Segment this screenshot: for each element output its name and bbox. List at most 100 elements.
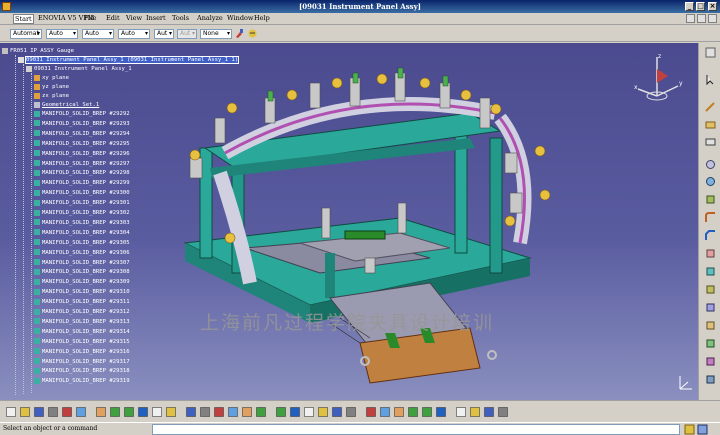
menu-file[interactable]: File — [84, 14, 97, 22]
wireframe-icon[interactable] — [331, 406, 343, 418]
apply-icon[interactable] — [497, 406, 509, 418]
tree-plane[interactable]: yz plane — [34, 83, 69, 91]
doc-close-icon[interactable] — [708, 14, 717, 23]
cut-icon[interactable] — [61, 406, 73, 418]
tree-brep-item[interactable]: MANIFOLD_SOLID_BREP #29316 — [34, 348, 130, 356]
zoom-in-icon[interactable] — [255, 406, 267, 418]
properties-icon[interactable] — [247, 28, 258, 39]
chamfer-icon[interactable] — [704, 229, 717, 242]
menu-window[interactable]: Window — [227, 14, 253, 22]
tree-brep-item[interactable]: MANIFOLD_SOLID_BREP #29307 — [34, 259, 130, 267]
help-icon[interactable] — [137, 406, 149, 418]
iso-view-icon[interactable] — [303, 406, 315, 418]
menu-tools[interactable]: Tools — [172, 14, 189, 22]
swap-icon[interactable] — [199, 406, 211, 418]
status-icon-b[interactable] — [697, 424, 708, 435]
menu-start[interactable]: Start — [13, 14, 34, 24]
doc-restore-icon[interactable] — [697, 14, 706, 23]
layer-select[interactable]: None — [200, 29, 232, 39]
close-button[interactable]: × — [708, 2, 717, 11]
mirror-icon[interactable] — [704, 301, 717, 314]
shell-icon[interactable] — [704, 265, 717, 278]
menu-help[interactable]: Help — [254, 14, 270, 22]
tree-brep-item[interactable]: MANIFOLD_SOLID_BREP #29297 — [34, 160, 130, 168]
redo-icon[interactable] — [123, 406, 135, 418]
menu-analyze[interactable]: Analyze — [197, 14, 223, 22]
tree-brep-item[interactable]: MANIFOLD_SOLID_BREP #29314 — [34, 328, 130, 336]
boolean-icon[interactable] — [704, 355, 717, 368]
pattern-icon[interactable] — [704, 319, 717, 332]
pocket-icon[interactable] — [704, 135, 717, 148]
tree-brep-item[interactable]: MANIFOLD_SOLID_BREP #29311 — [34, 298, 130, 306]
tree-brep-item[interactable]: MANIFOLD_SOLID_BREP #29308 — [34, 268, 130, 276]
tree-brep-item[interactable]: MANIFOLD_SOLID_BREP #29315 — [34, 338, 130, 346]
tree-brep-item[interactable]: MANIFOLD_SOLID_BREP #29318 — [34, 367, 130, 375]
catalog-icon[interactable] — [379, 406, 391, 418]
minimize-button[interactable]: _ — [685, 2, 694, 11]
zoom-out-icon[interactable] — [275, 406, 287, 418]
material-icon[interactable] — [469, 406, 481, 418]
new-icon[interactable] — [5, 406, 17, 418]
fillet-icon[interactable] — [704, 211, 717, 224]
status-icon-a[interactable] — [684, 424, 695, 435]
tree-brep-item[interactable]: MANIFOLD_SOLID_BREP #29299 — [34, 179, 130, 187]
grid-icon[interactable] — [421, 406, 433, 418]
command-input[interactable] — [152, 424, 680, 435]
doc-minimize-icon[interactable] — [686, 14, 695, 23]
print-icon[interactable] — [47, 406, 59, 418]
tree-brep-item[interactable]: MANIFOLD_SOLID_BREP #29294 — [34, 130, 130, 138]
open-icon[interactable] — [19, 406, 31, 418]
shading-icon[interactable] — [317, 406, 329, 418]
tree-plane[interactable]: xy plane — [34, 74, 69, 82]
tree-brep-item[interactable]: MANIFOLD_SOLID_BREP #29317 — [34, 358, 130, 366]
sketch-icon[interactable] — [435, 406, 447, 418]
transparency-select[interactable]: Auto — [46, 29, 78, 39]
lineweight-select[interactable]: Auto — [118, 29, 150, 39]
cursor-icon[interactable] — [704, 73, 717, 86]
thread-icon[interactable] — [704, 283, 717, 296]
color-select[interactable]: Automat — [10, 29, 42, 39]
tree-brep-item[interactable]: MANIFOLD_SOLID_BREP #29305 — [34, 239, 130, 247]
menu-view[interactable]: View — [126, 14, 142, 22]
menu-insert[interactable]: Insert — [146, 14, 166, 22]
copy-icon[interactable] — [75, 406, 87, 418]
tree-brep-item[interactable]: MANIFOLD_SOLID_BREP #29313 — [34, 318, 130, 326]
tree-brep-item[interactable]: MANIFOLD_SOLID_BREP #29293 — [34, 120, 130, 128]
paintbrush-icon[interactable] — [234, 28, 245, 39]
hole-icon[interactable] — [704, 175, 717, 188]
tree-brep-item[interactable]: MANIFOLD_SOLID_BREP #29300 — [34, 189, 130, 197]
options-icon[interactable] — [483, 406, 495, 418]
point-select[interactable]: Aut — [154, 29, 174, 39]
compass-icon[interactable]: z y x — [630, 51, 685, 106]
shaft-icon[interactable] — [704, 158, 717, 171]
tree-part[interactable]: 09031 Instrument Panel Assy_1 — [26, 65, 132, 73]
tree-brep-item[interactable]: MANIFOLD_SOLID_BREP #29304 — [34, 229, 130, 237]
tree-root[interactable]: FR051 IP ASSY Gauge — [2, 47, 74, 55]
hide-icon[interactable] — [185, 406, 197, 418]
tree-brep-item[interactable]: MANIFOLD_SOLID_BREP #29298 — [34, 169, 130, 177]
axis-icon[interactable] — [407, 406, 419, 418]
measure-icon[interactable] — [365, 406, 377, 418]
tree-brep-item[interactable]: MANIFOLD_SOLID_BREP #29295 — [34, 140, 130, 148]
normal-view-icon[interactable] — [289, 406, 301, 418]
tree-plane[interactable]: zx plane — [34, 92, 69, 100]
fov-icon[interactable] — [151, 406, 163, 418]
tree-geometrical-set[interactable]: Geometrical Set.1 — [34, 101, 99, 109]
tree-brep-item[interactable]: MANIFOLD_SOLID_BREP #29309 — [34, 278, 130, 286]
linetype-select[interactable]: Auto — [82, 29, 114, 39]
pan-icon[interactable] — [227, 406, 239, 418]
tree-brep-item[interactable]: MANIFOLD_SOLID_BREP #29301 — [34, 199, 130, 207]
tree-brep-item[interactable]: MANIFOLD_SOLID_BREP #29303 — [34, 219, 130, 227]
compass-icon[interactable] — [213, 406, 225, 418]
geometry-icon[interactable] — [165, 406, 177, 418]
3d-viewport[interactable]: FR051 IP ASSY Gauge 09031 Instrument Pan… — [0, 43, 698, 400]
tree-brep-item[interactable]: MANIFOLD_SOLID_BREP #29306 — [34, 249, 130, 257]
analysis-icon[interactable] — [455, 406, 467, 418]
tree-brep-item[interactable]: MANIFOLD_SOLID_BREP #29292 — [34, 110, 130, 118]
sketch-icon[interactable] — [704, 101, 717, 114]
tree-brep-item[interactable]: MANIFOLD_SOLID_BREP #29310 — [34, 288, 130, 296]
tree-product[interactable]: 09031 Instrument Panel Assy_1 (09031 Ins… — [18, 56, 240, 64]
rib-icon[interactable] — [704, 193, 717, 206]
tree-brep-item[interactable]: MANIFOLD_SOLID_BREP #29296 — [34, 150, 130, 158]
render-icon[interactable] — [345, 406, 357, 418]
